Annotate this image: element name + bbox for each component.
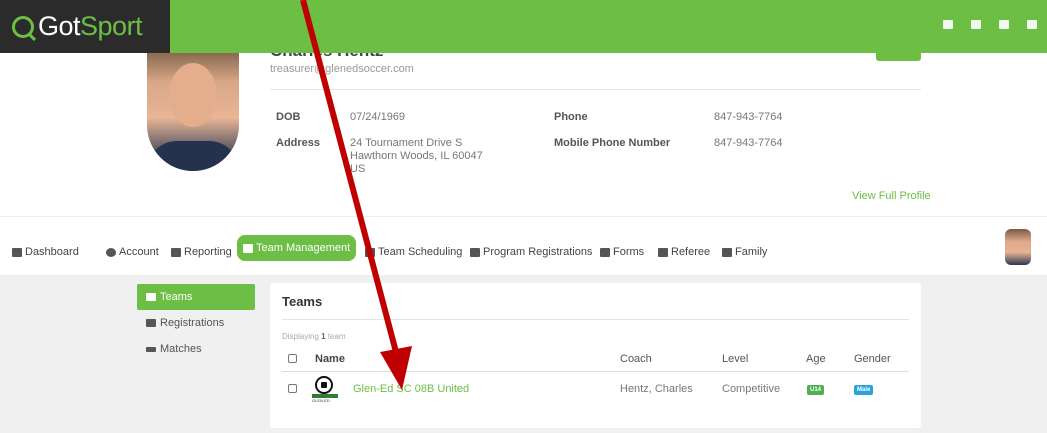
sidebar: Teams Registrations Matches (137, 284, 255, 362)
mail-icon[interactable] (999, 20, 1009, 29)
logo-search-icon (12, 15, 34, 38)
mobile-value: 847-943-7764 (714, 137, 783, 149)
paper-plane-icon (470, 247, 480, 257)
sidebar-item-teams[interactable]: Teams (137, 284, 255, 310)
reporting-icon (171, 247, 181, 257)
nav-dashboard[interactable]: Dashboard (12, 239, 79, 265)
displaying-count: Displaying 1 team (282, 332, 346, 341)
team-coach: Hentz, Charles (620, 383, 693, 395)
age-badge: U14 (807, 385, 825, 395)
address-line3: US (350, 163, 366, 175)
profile-email: treasurer@glenedsoccer.com (270, 63, 414, 75)
exchange-icon (146, 346, 156, 352)
panel-title: Teams (282, 294, 323, 309)
nav-program-registrations[interactable]: Program Registrations (470, 239, 592, 265)
divider (270, 89, 921, 90)
dashboard-icon (12, 247, 22, 257)
content-area: Teams Registrations Matches Teams Displa… (0, 276, 1047, 433)
column-header-age[interactable]: Age (806, 353, 826, 365)
scheduling-icon (365, 247, 375, 257)
profile-avatar (147, 53, 239, 171)
address-line1: 24 Tournament Drive S (350, 137, 463, 149)
account-icon (106, 247, 116, 257)
team-level: Competitive (722, 383, 781, 395)
phone-label: Phone (554, 111, 588, 123)
column-header-gender[interactable]: Gender (854, 353, 891, 365)
forms-icon (600, 247, 610, 257)
profile-section: Charles Hentz treasurer@glenedsoccer.com… (0, 53, 1047, 216)
nav-account[interactable]: Account (106, 239, 159, 265)
grid-icon[interactable] (943, 20, 953, 29)
soccer-ball-icon (315, 376, 333, 394)
row-checkbox[interactable] (288, 384, 297, 393)
divider (282, 371, 909, 372)
phone-value: 847-943-7764 (714, 111, 783, 123)
calendar-icon (658, 247, 668, 257)
nav-team-management[interactable]: Team Management (237, 235, 357, 261)
dob-label: DOB (276, 111, 301, 123)
gender-badge: Male (854, 385, 874, 395)
sidebar-item-matches[interactable]: Matches (137, 336, 255, 362)
view-full-profile-link[interactable]: View Full Profile (852, 190, 931, 202)
nav-team-scheduling[interactable]: Team Scheduling (365, 239, 462, 265)
gotsport-logo[interactable]: GotSport (0, 0, 170, 53)
nav-referee[interactable]: Referee (658, 239, 710, 265)
column-header-name[interactable]: Name (315, 353, 345, 365)
column-header-level[interactable]: Level (722, 353, 748, 365)
top-bar: GotSport (0, 0, 1047, 53)
top-icons (943, 20, 1037, 29)
dob-value: 07/24/1969 (350, 111, 406, 123)
team-icon (243, 243, 253, 253)
main-nav: Dashboard Account Reporting Team Managem… (0, 216, 1047, 276)
nav-reporting[interactable]: Reporting (171, 239, 232, 265)
nav-family[interactable]: Family (722, 239, 767, 265)
mobile-label: Mobile Phone Number (554, 137, 671, 149)
column-header-coach[interactable]: Coach (620, 353, 652, 365)
nav-forms[interactable]: Forms (600, 239, 644, 265)
divider (282, 319, 909, 320)
team-name-link[interactable]: Glen-Ed SC 08B United (353, 383, 469, 395)
apps-icon[interactable] (1027, 20, 1037, 29)
user-avatar[interactable] (1005, 229, 1031, 265)
team-icon (146, 293, 156, 301)
user-icon[interactable] (971, 20, 981, 29)
select-all-checkbox[interactable] (288, 354, 297, 363)
address-label: Address (276, 137, 321, 149)
edit-profile-button[interactable] (876, 53, 921, 61)
registrations-icon (146, 319, 156, 327)
logo-text: GotSport (38, 11, 143, 41)
teams-panel: Teams Displaying 1 team Name Coach Level… (270, 283, 921, 428)
family-icon (722, 247, 732, 257)
sidebar-item-registrations[interactable]: Registrations (137, 310, 255, 336)
team-logo: GLEN-ED (312, 376, 338, 404)
address-line2: Hawthorn Woods, IL 60047 (350, 150, 483, 162)
